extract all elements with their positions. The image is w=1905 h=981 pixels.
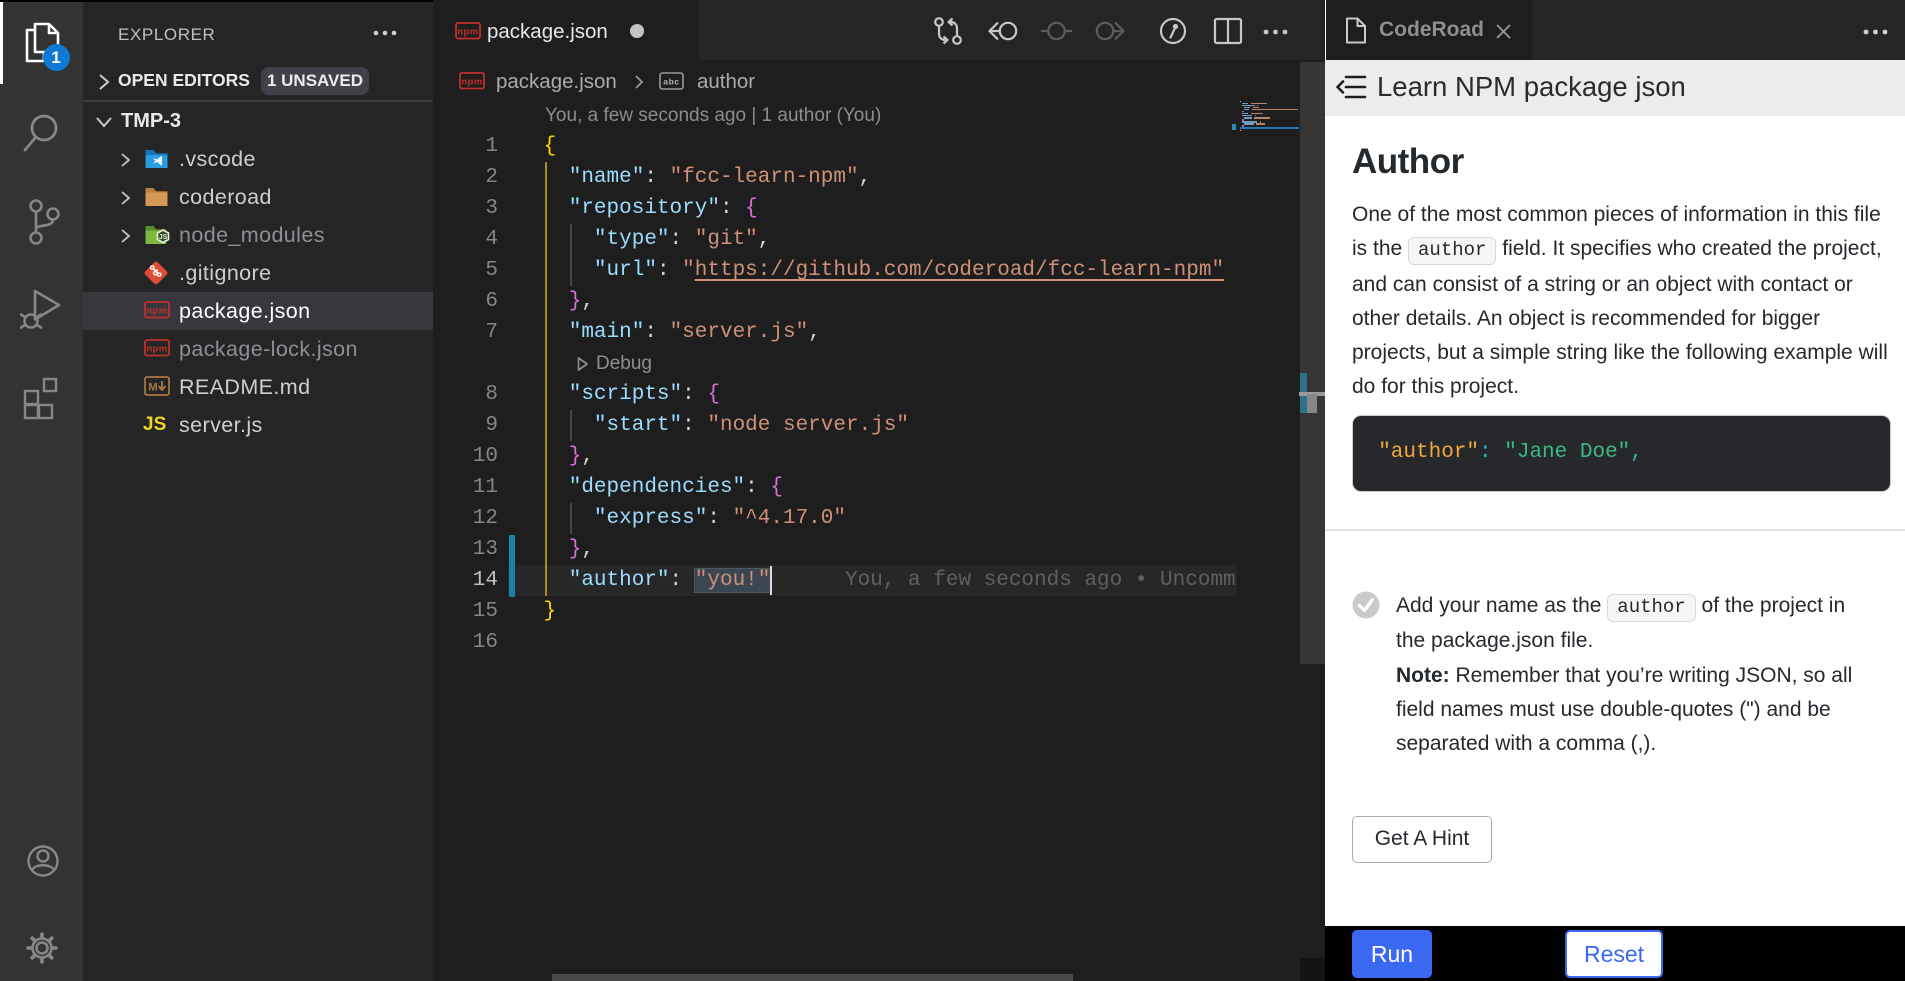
svg-text:M: M [148, 382, 157, 394]
svg-text:npm: npm [461, 77, 482, 88]
svg-text:JS: JS [159, 234, 168, 241]
svg-text:npm: npm [146, 344, 167, 355]
svg-text:npm: npm [457, 27, 478, 38]
svg-text:npm: npm [146, 306, 167, 317]
svg-text:abc: abc [663, 77, 679, 87]
